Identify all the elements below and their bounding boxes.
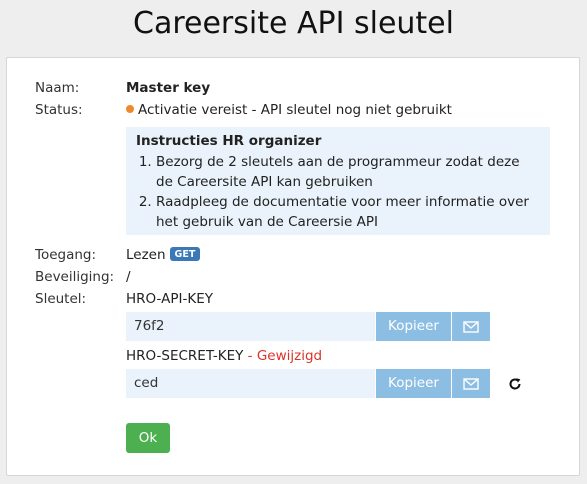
access-value: Lezen GET [126, 247, 201, 263]
status-dot-icon [126, 105, 134, 113]
name-value: Master key [126, 80, 211, 96]
api-key-card: Naam: Master key Status: Activatie verei… [6, 57, 580, 476]
instruction-item: Bezorg de 2 sleutels aan de programmeur … [156, 152, 540, 192]
status-text: Activatie vereist - API sleutel nog niet… [138, 102, 452, 118]
api-key-label: HRO-API-KEY [126, 291, 213, 307]
secret-key-label-text: HRO-SECRET-KEY [126, 348, 244, 364]
instruction-item: Raadpleeg de documentatie voor meer info… [156, 192, 540, 232]
mail-api-key-button[interactable] [452, 312, 490, 341]
instructions-list: Bezorg de 2 sleutels aan de programmeur … [136, 152, 540, 232]
security-label: Beveiliging: [35, 269, 115, 285]
copy-api-key-button[interactable]: Kopieer [376, 312, 451, 341]
secret-key-changed-label: - Gewijzigd [243, 348, 323, 364]
access-method-badge: GET [169, 247, 201, 261]
regenerate-secret-button[interactable] [507, 376, 523, 392]
ok-button[interactable]: Ok [126, 423, 170, 453]
instructions-box: Instructies HR organizer Bezorg de 2 sle… [126, 127, 550, 235]
secret-key-field[interactable]: ced [126, 369, 375, 398]
instructions-title: Instructies HR organizer [136, 133, 322, 149]
refresh-icon [509, 378, 521, 390]
access-text: Lezen [126, 247, 166, 263]
access-label: Toegang: [35, 247, 97, 263]
status-label: Status: [35, 102, 83, 118]
status-value: Activatie vereist - API sleutel nog niet… [126, 102, 452, 118]
security-value: / [126, 269, 131, 285]
name-label: Naam: [35, 80, 80, 96]
secret-key-label: HRO-SECRET-KEY - Gewijzigd [126, 348, 322, 364]
mail-secret-key-button[interactable] [452, 369, 490, 398]
copy-secret-key-button[interactable]: Kopieer [376, 369, 451, 398]
page-title: Careersite API sleutel [133, 6, 454, 41]
api-key-field[interactable]: 76f2 [126, 312, 375, 341]
mail-icon [463, 377, 479, 390]
key-label: Sleutel: [35, 291, 87, 307]
mail-icon [463, 320, 479, 333]
